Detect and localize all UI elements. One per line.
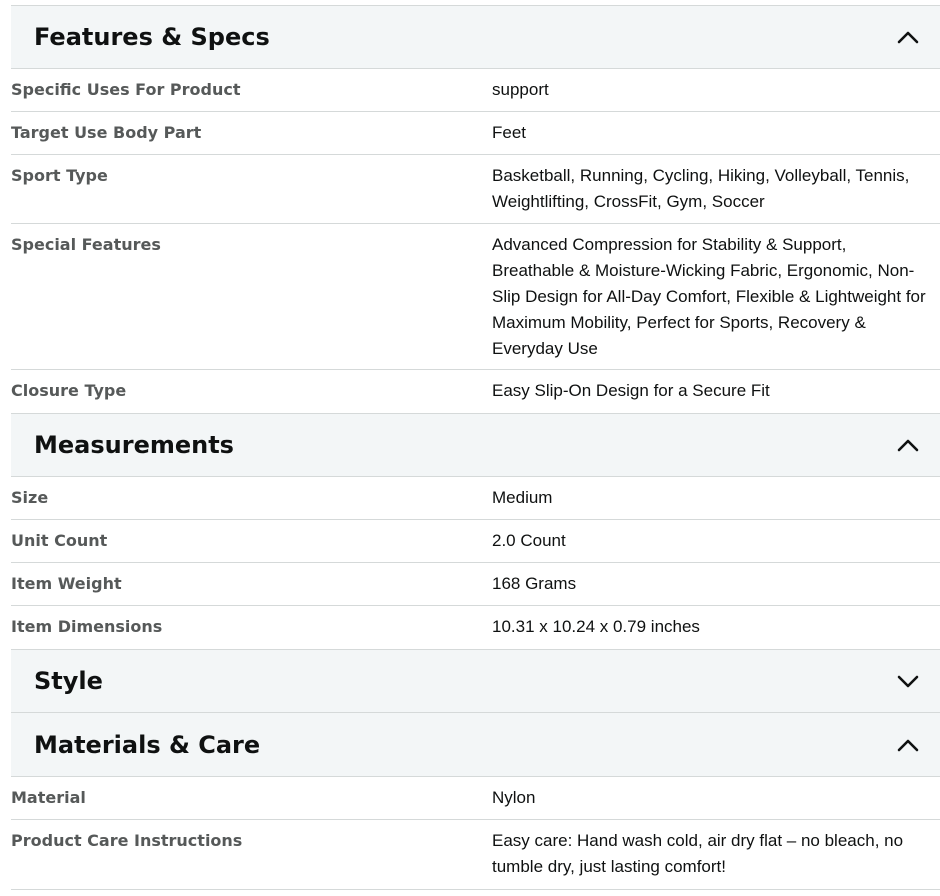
table-row: Item Weight 168 Grams	[11, 563, 940, 606]
row-label: Size	[11, 488, 49, 507]
row-value: Advanced Compression for Stability & Sup…	[492, 235, 926, 358]
chevron-up-icon[interactable]	[895, 24, 921, 50]
table-row: Sport Type Basketball, Running, Cycling,…	[11, 155, 940, 224]
section-header-style[interactable]: Style	[11, 649, 940, 713]
section-title: Materials & Care	[34, 730, 261, 759]
row-label: Product Care Instructions	[11, 831, 243, 850]
row-value: 168 Grams	[492, 574, 577, 593]
row-label: Target Use Body Part	[11, 123, 202, 142]
section-title: Style	[34, 667, 103, 695]
row-value: Easy Slip-On Design for a Secure Fit	[492, 381, 770, 400]
table-row: Target Use Body Part Feet	[11, 112, 940, 155]
section-body-features-specs: Specific Uses For Product support Target…	[11, 69, 940, 413]
product-details-panel: Features & Specs Specific Uses For Produ…	[0, 0, 940, 890]
row-value: Feet	[492, 123, 527, 142]
table-row: Specific Uses For Product support	[11, 69, 940, 112]
table-row: Material Nylon	[11, 777, 940, 820]
row-label: Item Weight	[11, 574, 122, 593]
chevron-down-icon[interactable]	[895, 668, 921, 694]
row-value: 10.31 x 10.24 x 0.79 inches	[492, 617, 700, 636]
chevron-up-icon[interactable]	[895, 432, 921, 458]
table-row: Item Dimensions 10.31 x 10.24 x 0.79 inc…	[11, 606, 940, 649]
section-header-materials-care[interactable]: Materials & Care	[11, 713, 940, 777]
row-label: Item Dimensions	[11, 617, 163, 636]
row-label: Closure Type	[11, 381, 127, 400]
row-label: Material	[11, 788, 86, 807]
row-value: Basketball, Running, Cycling, Hiking, Vo…	[492, 166, 910, 211]
row-value: Medium	[492, 488, 553, 507]
row-value: Easy care: Hand wash cold, air dry flat …	[492, 831, 904, 876]
section-body-materials-care: Material Nylon Product Care Instructions…	[11, 777, 940, 890]
row-label: Unit Count	[11, 531, 108, 550]
row-value: 2.0 Count	[492, 531, 566, 550]
section-title: Measurements	[34, 431, 234, 459]
table-row: Special Features Advanced Compression fo…	[11, 224, 940, 370]
table-row: Unit Count 2.0 Count	[11, 520, 940, 563]
section-header-features-specs[interactable]: Features & Specs	[11, 5, 940, 69]
section-header-measurements[interactable]: Measurements	[11, 413, 940, 477]
chevron-up-icon[interactable]	[895, 732, 921, 758]
table-row: Size Medium	[11, 477, 940, 520]
table-row: Product Care Instructions Easy care: Han…	[11, 820, 940, 890]
table-row: Closure Type Easy Slip-On Design for a S…	[11, 370, 940, 413]
section-body-measurements: Size Medium Unit Count 2.0 Count Item We…	[11, 477, 940, 649]
row-value: support	[492, 80, 549, 99]
row-label: Specific Uses For Product	[11, 80, 241, 99]
row-label: Special Features	[11, 235, 161, 254]
row-label: Sport Type	[11, 166, 108, 185]
section-title: Features & Specs	[34, 23, 270, 51]
row-value: Nylon	[492, 788, 536, 807]
